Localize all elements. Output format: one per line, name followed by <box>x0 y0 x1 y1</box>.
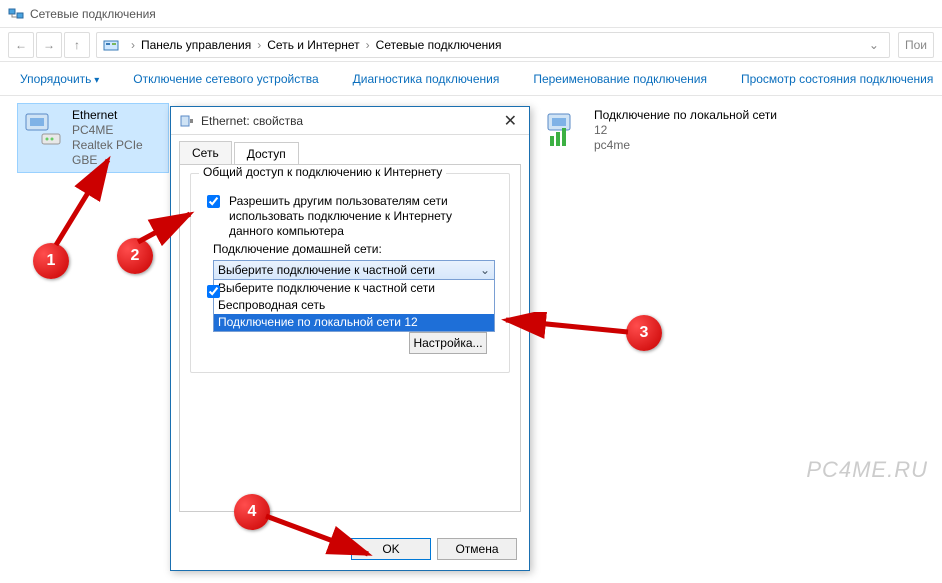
annotation-3: 3 <box>626 315 662 351</box>
crumb-connections[interactable]: Сетевые подключения <box>376 38 502 52</box>
ok-button[interactable]: OK <box>351 538 431 560</box>
allow-sharing-checkbox[interactable] <box>207 195 220 208</box>
combo-head[interactable]: Выберите подключение к частной сети ⌄ <box>213 260 495 280</box>
close-button[interactable]: ✕ <box>500 111 521 131</box>
crumb-network[interactable]: Сеть и Интернет <box>267 38 359 52</box>
rename-button[interactable]: Переименование подключения <box>525 68 715 90</box>
diagnose-button[interactable]: Диагностика подключения <box>345 68 508 90</box>
network-icon <box>8 6 24 22</box>
dialog-title: Ethernet: свойства <box>201 114 303 128</box>
tab-network[interactable]: Сеть <box>179 141 232 164</box>
combo-option[interactable]: Беспроводная сеть <box>214 297 494 314</box>
connection-item-lan[interactable]: Подключение по локальной сети 12 pc4me <box>540 104 800 157</box>
home-network-label: Подключение домашней сети: <box>213 242 382 256</box>
combo-option-selected[interactable]: Подключение по локальной сети 12 <box>214 314 494 331</box>
tabs: Сеть Доступ <box>171 135 529 164</box>
chevron-icon: › <box>125 38 141 52</box>
connection-status: PC4ME <box>72 123 164 138</box>
home-network-combo[interactable]: Выберите подключение к частной сети ⌄ Вы… <box>213 260 495 332</box>
breadcrumb[interactable]: › Панель управления › Сеть и Интернет › … <box>96 32 890 58</box>
annotation-1: 1 <box>33 243 69 279</box>
properties-dialog: Ethernet: свойства ✕ Сеть Доступ Общий д… <box>170 106 530 571</box>
chevron-down-icon: ⌄ <box>480 263 490 277</box>
connection-adapter: Realtek PCIe GBE <box>72 138 164 168</box>
chevron-icon: › <box>251 38 267 52</box>
combo-list: Выберите подключение к частной сети Бесп… <box>213 280 495 332</box>
window-title: Сетевые подключения <box>30 7 156 21</box>
tab-panel: Общий доступ к подключению к Интернету Р… <box>179 164 521 512</box>
search-placeholder: Пои <box>905 38 927 52</box>
organize-button[interactable]: Упорядочить <box>12 68 107 90</box>
search-input[interactable]: Пои <box>898 32 934 58</box>
group-legend: Общий доступ к подключению к Интернету <box>199 165 446 179</box>
allow-control-row <box>203 284 223 301</box>
connection-labels: Подключение по локальной сети 12 pc4me <box>594 108 777 153</box>
lan-icon <box>544 108 586 150</box>
combo-selected-text: Выберите подключение к частной сети <box>218 263 435 277</box>
sharing-group: Общий доступ к подключению к Интернету Р… <box>190 173 510 373</box>
connection-labels: Ethernet PC4ME Realtek PCIe GBE <box>72 108 164 168</box>
allow-control-checkbox[interactable] <box>207 285 220 298</box>
up-button[interactable]: ↑ <box>64 32 90 58</box>
disable-device-button[interactable]: Отключение сетевого устройства <box>125 68 326 90</box>
connection-name: Ethernet <box>72 108 164 123</box>
control-panel-icon <box>103 37 119 53</box>
cancel-button[interactable]: Отмена <box>437 538 517 560</box>
forward-button[interactable]: → <box>36 32 62 58</box>
tab-access[interactable]: Доступ <box>234 142 299 165</box>
ethernet-icon <box>22 108 64 150</box>
connection-item-ethernet[interactable]: Ethernet PC4ME Realtek PCIe GBE <box>18 104 168 172</box>
connection-name: Подключение по локальной сети <box>594 108 777 123</box>
dropdown-chevron-icon[interactable]: ⌄ <box>865 38 883 52</box>
watermark: PC4ME.RU <box>806 457 928 483</box>
allow-sharing-row: Разрешить другим пользователям сети испо… <box>203 194 497 239</box>
back-button[interactable]: ← <box>8 32 34 58</box>
adapter-icon <box>179 113 195 129</box>
status-button[interactable]: Просмотр состояния подключения <box>733 68 941 90</box>
dialog-buttons: OK Отмена <box>351 538 517 560</box>
chevron-icon: › <box>360 38 376 52</box>
allow-sharing-label: Разрешить другим пользователям сети испо… <box>229 194 497 239</box>
crumb-control-panel[interactable]: Панель управления <box>141 38 251 52</box>
annotation-4: 4 <box>234 494 270 530</box>
connection-adapter: pc4me <box>594 138 777 153</box>
annotation-2: 2 <box>117 238 153 274</box>
addressbar: ← → ↑ › Панель управления › Сеть и Интер… <box>0 28 942 62</box>
connection-status: 12 <box>594 123 777 138</box>
combo-option[interactable]: Выберите подключение к частной сети <box>214 280 494 297</box>
titlebar: Сетевые подключения <box>0 0 942 28</box>
toolbar: Упорядочить Отключение сетевого устройст… <box>0 62 942 96</box>
dialog-titlebar: Ethernet: свойства ✕ <box>171 107 529 135</box>
settings-button[interactable]: Настройка... <box>409 332 487 354</box>
